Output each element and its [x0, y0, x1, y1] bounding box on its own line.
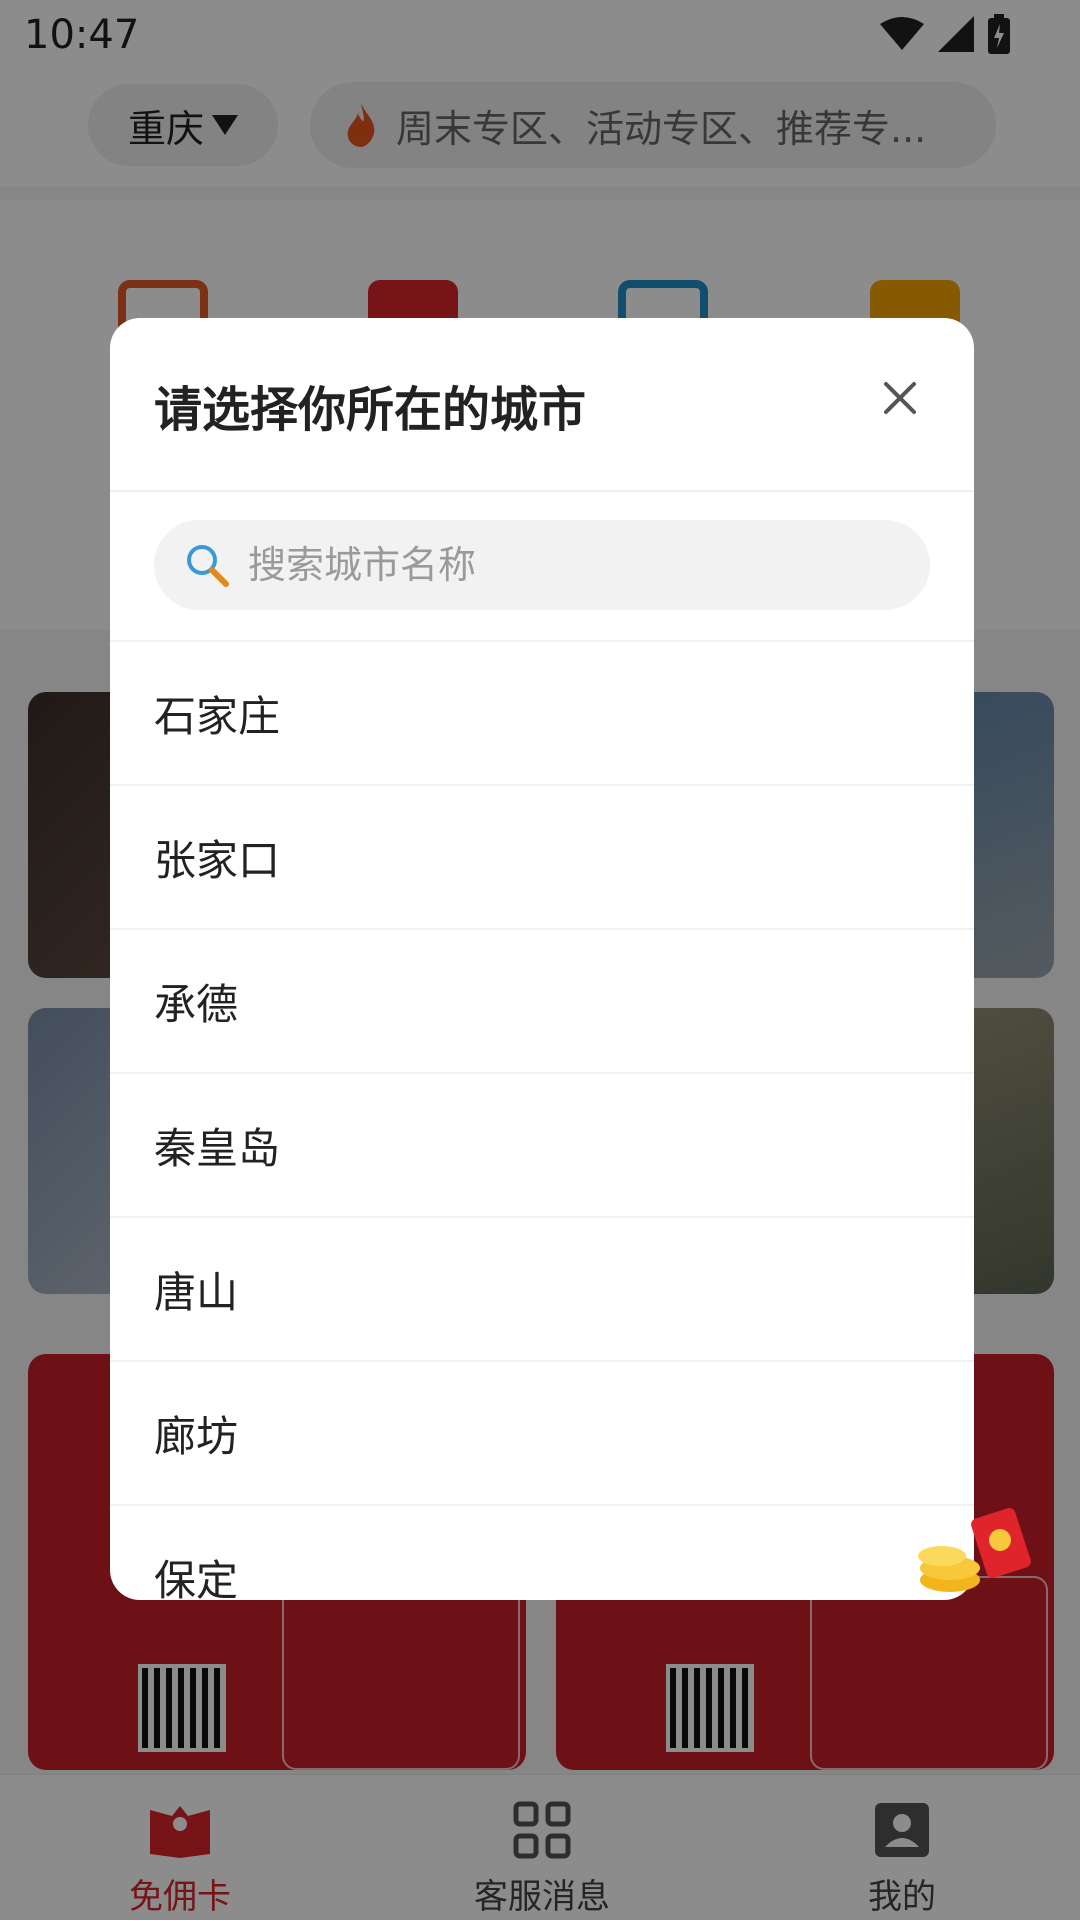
search-icon: [187, 545, 229, 587]
close-icon: [884, 382, 916, 414]
city-picker-dialog: 请选择你所在的城市 石家庄 张家口 承德 秦皇岛 唐山 廊坊 保定: [110, 318, 974, 1600]
city-list-item[interactable]: 唐山: [110, 1216, 974, 1360]
city-list-item[interactable]: 石家庄: [110, 640, 974, 784]
close-button[interactable]: [876, 374, 924, 422]
city-search-input[interactable]: [246, 542, 850, 588]
city-list-item[interactable]: 秦皇岛: [110, 1072, 974, 1216]
city-list-item[interactable]: 张家口: [110, 784, 974, 928]
city-list-item[interactable]: 承德: [110, 928, 974, 1072]
city-search-box[interactable]: [154, 520, 930, 610]
dialog-title: 请选择你所在的城市: [154, 382, 587, 438]
dialog-header: 请选择你所在的城市: [110, 318, 974, 492]
red-packet-icon[interactable]: [912, 1502, 1032, 1602]
city-list-item[interactable]: 廊坊: [110, 1360, 974, 1504]
city-list-item[interactable]: 保定: [110, 1504, 974, 1600]
city-list: 石家庄 张家口 承德 秦皇岛 唐山 廊坊 保定: [110, 640, 974, 1600]
